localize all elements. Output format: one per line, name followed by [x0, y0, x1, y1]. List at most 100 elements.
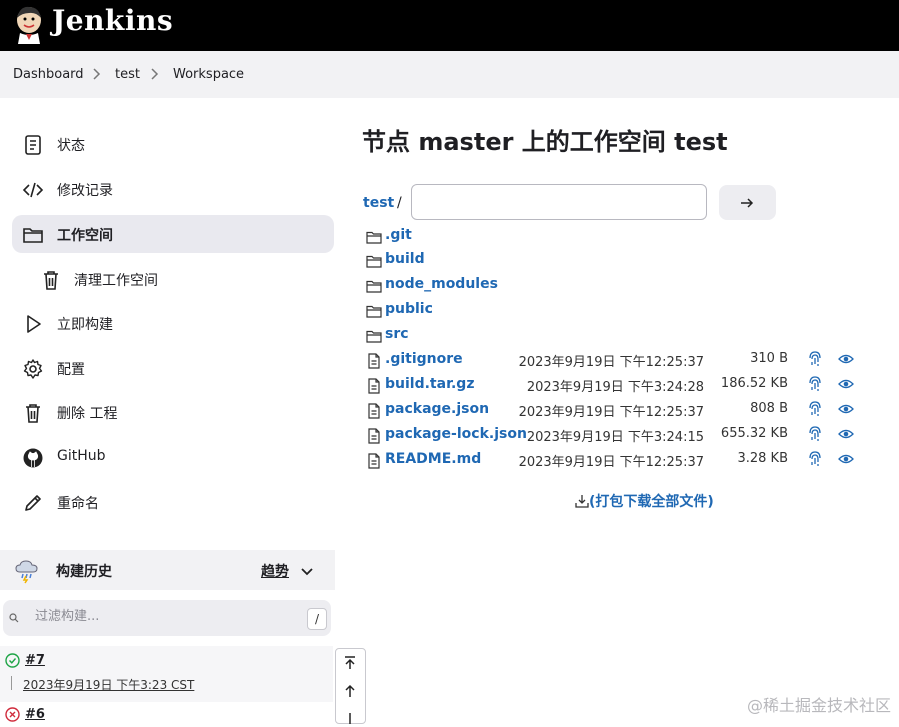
build-filter-input[interactable]	[33, 608, 297, 625]
sidebar-item-label: 重命名	[57, 496, 99, 512]
file-link[interactable]: .gitignore	[385, 351, 463, 367]
file-entry: build	[366, 250, 886, 272]
file-date: 2023年9月19日 下午12:25:37	[518, 405, 704, 420]
sidebar-item-label: 删除 工程	[57, 406, 118, 422]
eye-icon[interactable]	[838, 352, 854, 366]
file-entry: node_modules	[366, 275, 886, 297]
fingerprint-icon[interactable]	[807, 350, 823, 368]
sidebar-item-label: 立即构建	[57, 317, 113, 333]
file-link[interactable]: package.json	[385, 401, 489, 417]
file-size: 808 B	[750, 401, 788, 416]
folder-icon	[366, 330, 382, 343]
chevron-right-icon	[151, 68, 159, 80]
jenkins-logo[interactable]	[14, 4, 44, 44]
file-entry: .gitignore 2023年9月19日 下午12:25:37 310 B	[366, 350, 886, 372]
go-button[interactable]	[719, 185, 776, 220]
scroll-down-icon[interactable]	[342, 711, 358, 727]
sidebar-item-label: 工作空间	[57, 228, 113, 244]
file-link[interactable]: node_modules	[385, 276, 498, 292]
path-root-link[interactable]: test	[363, 195, 394, 211]
file-link[interactable]: build	[385, 251, 425, 267]
trash-icon	[44, 271, 58, 290]
top-header: Jenkins	[0, 0, 899, 51]
file-entry: src	[366, 325, 886, 347]
sidebar-item-rename[interactable]: 重命名	[12, 483, 334, 521]
trend-link[interactable]: 趋势	[261, 561, 289, 581]
download-all-link[interactable]: (打包下载全部文件)	[575, 491, 714, 511]
path-input[interactable]	[411, 184, 707, 220]
brand-name[interactable]: Jenkins	[52, 4, 173, 37]
success-check-icon	[5, 653, 20, 668]
eye-icon[interactable]	[838, 427, 854, 441]
timeline-line	[11, 676, 12, 690]
breadcrumb-dashboard[interactable]: Dashboard	[13, 67, 84, 82]
sidebar-item-label: 清理工作空间	[74, 273, 158, 289]
sidebar-item-build-now[interactable]: 立即构建	[12, 304, 334, 342]
build-number-link[interactable]: #7	[25, 653, 45, 668]
sidebar-item-label: GitHub	[57, 448, 106, 464]
scroll-controls	[335, 648, 366, 724]
sidebar-item-workspace[interactable]: 工作空间	[12, 215, 334, 253]
file-entry: package-lock.json 2023年9月19日 下午3:24:15 6…	[366, 425, 886, 447]
breadcrumb: Dashboard test Workspace	[0, 51, 899, 98]
folder-icon	[23, 228, 43, 243]
file-link[interactable]: src	[385, 326, 409, 342]
fingerprint-icon[interactable]	[807, 375, 823, 393]
sidebar-item-configure[interactable]: 配置	[12, 349, 334, 387]
build-row[interactable]: #6	[0, 702, 333, 722]
file-size: 655.32 KB	[720, 426, 788, 441]
sidebar-item-wipe-workspace[interactable]: 清理工作空间	[12, 260, 334, 298]
github-icon	[23, 448, 43, 468]
pencil-icon	[25, 495, 41, 511]
file-size: 3.28 KB	[737, 451, 788, 466]
file-date: 2023年9月19日 下午3:24:28	[526, 380, 704, 395]
file-date: 2023年9月19日 下午12:25:37	[518, 355, 704, 370]
build-number-link[interactable]: #6	[25, 707, 45, 722]
file-link[interactable]: README.md	[385, 451, 481, 467]
eye-icon[interactable]	[838, 452, 854, 466]
download-all-label: (打包下载全部文件)	[589, 494, 714, 510]
sidebar-item-github[interactable]: GitHub	[12, 438, 334, 476]
breadcrumb-test[interactable]: test	[115, 67, 140, 82]
file-link[interactable]: public	[385, 301, 433, 317]
eye-icon[interactable]	[838, 402, 854, 416]
eye-icon[interactable]	[838, 377, 854, 391]
file-link[interactable]: build.tar.gz	[385, 376, 474, 392]
file-icon	[368, 403, 380, 419]
fingerprint-icon[interactable]	[807, 400, 823, 418]
code-icon	[22, 182, 44, 198]
build-history-header: 构建历史 趋势	[0, 550, 335, 590]
scroll-to-top-icon[interactable]	[342, 655, 358, 671]
file-entry: package.json 2023年9月19日 下午12:25:37 808 B	[366, 400, 886, 422]
file-icon	[368, 453, 380, 469]
gear-icon	[23, 359, 43, 379]
arrow-right-icon	[741, 198, 754, 208]
sidebar-item-delete-project[interactable]: 删除 工程	[12, 393, 334, 431]
folder-icon	[366, 305, 382, 318]
file-date: 2023年9月19日 下午3:24:15	[526, 430, 704, 445]
path-separator: /	[397, 195, 402, 211]
chevron-down-icon[interactable]	[300, 564, 314, 578]
file-link[interactable]: package-lock.json	[385, 426, 527, 442]
scroll-up-icon[interactable]	[342, 683, 358, 699]
build-date-link[interactable]: 2023年9月19日 下午3:23 CST	[23, 676, 194, 693]
watermark: @稀土掘金技术社区	[746, 696, 891, 715]
chevron-right-icon	[93, 68, 101, 80]
folder-icon	[366, 280, 382, 293]
page-title: 节点 master 上的工作空间 test	[362, 128, 728, 156]
sidebar-item-changes[interactable]: 修改记录	[12, 170, 334, 208]
build-history-title: 构建历史	[56, 564, 112, 580]
file-size: 186.52 KB	[720, 376, 788, 391]
failed-x-icon	[5, 707, 20, 722]
filter-shortcut-key: /	[307, 608, 327, 630]
file-link[interactable]: .git	[385, 227, 412, 243]
file-icon	[368, 428, 380, 444]
breadcrumb-workspace[interactable]: Workspace	[173, 67, 244, 82]
fingerprint-icon[interactable]	[807, 425, 823, 443]
build-row[interactable]: #7 2023年9月19日 下午3:23 CST	[0, 646, 333, 702]
fingerprint-icon[interactable]	[807, 450, 823, 468]
trash-icon	[26, 404, 40, 423]
play-icon	[27, 315, 41, 333]
sidebar-item-label: 配置	[57, 362, 85, 378]
sidebar-item-status[interactable]: 状态	[12, 125, 334, 163]
